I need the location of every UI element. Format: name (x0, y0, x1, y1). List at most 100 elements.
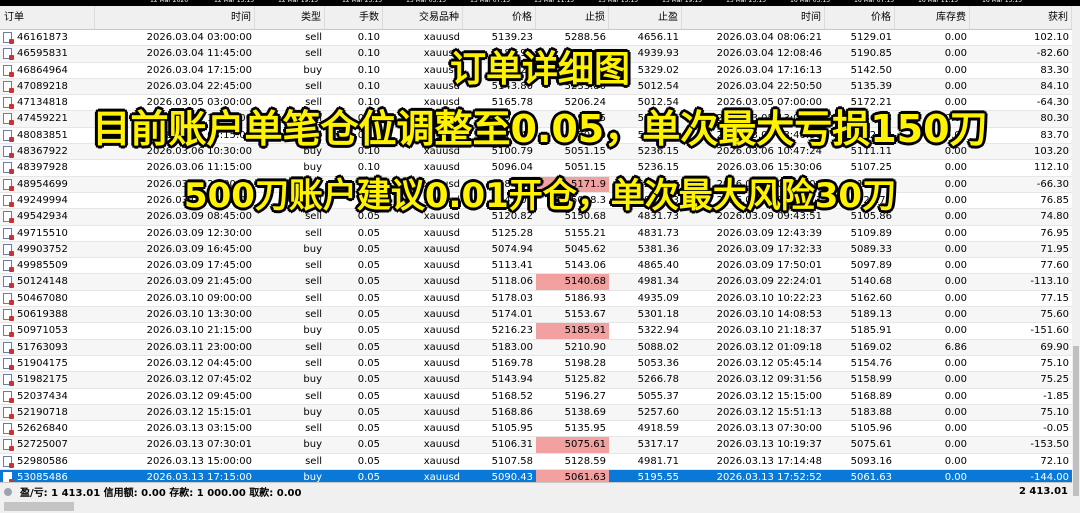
cell-time: 2026.03.12 09:45:00 (146, 390, 252, 402)
table-row[interactable]: 52037434 2026.03.12 09:45:00 sell 0.05 xauus… (0, 389, 1072, 405)
cell-tp: 5053.36 (637, 357, 679, 369)
cell-order: 50124148 (0, 274, 95, 289)
cell-order: 49985509 (0, 258, 95, 273)
table-row[interactable]: 51904175 2026.03.12 04:45:00 sell 0.05 xauus… (0, 356, 1072, 373)
table-row[interactable]: 51982175 2026.03.12 07:45:02 buy 0.05 xauusd… (0, 372, 1072, 389)
col-sl[interactable]: 止损 (536, 6, 609, 29)
table-row[interactable]: 52626840 2026.03.13 03:15:00 sell 0.05 xauus… (0, 421, 1072, 438)
order-number: 50971053 (17, 325, 68, 337)
order-number: 51982175 (17, 374, 68, 386)
cell-price: 5183.00 (491, 341, 533, 353)
table-row[interactable]: 52190718 2026.03.12 15:15:01 buy 0.05 xauusd… (0, 404, 1072, 422)
footer-summary: 盈/亏: 1 413.01 信用额: 0.00 存款: 1 000.00 取款:… (20, 488, 302, 499)
cell-time: 2026.03.10 13:30:00 (146, 309, 252, 321)
cell-profit: 71.95 (1040, 243, 1069, 255)
cell-time: 2026.03.13 03:15:00 (146, 423, 252, 435)
ruler-label: 13 Mar 19:15 (662, 0, 703, 4)
table-row[interactable]: 50467080 2026.03.10 09:00:00 sell 0.05 xauus… (0, 291, 1072, 308)
cell-type: buy (303, 243, 322, 255)
cell-symbol: xauusd (423, 406, 460, 418)
cell-lots: 0.05 (357, 292, 380, 304)
cell-tp: 4935.09 (637, 292, 679, 304)
cell-sl: 5210.90 (564, 341, 606, 353)
cell-lots: 0.05 (357, 243, 380, 255)
cell-order: 52190718 (0, 405, 95, 420)
cell-time: 2026.03.09 21:45:00 (146, 276, 252, 288)
cell-close-price: 5162.60 (850, 292, 892, 304)
cell-type: sell (305, 423, 322, 435)
cell-close-price: 5169.02 (850, 341, 892, 353)
cell-symbol: xauusd (423, 292, 460, 304)
col-close-price[interactable]: 价格 (825, 6, 895, 29)
table-row[interactable]: 49985509 2026.03.09 17:45:00 sell 0.05 xauus… (0, 258, 1072, 275)
col-tp[interactable]: 止盈 (609, 6, 682, 29)
cell-order: 50467080 (0, 291, 95, 306)
cell-tp: 5381.36 (637, 243, 679, 255)
cell-close-price: 5168.89 (850, 390, 892, 402)
cell-price: 5118.06 (491, 276, 533, 288)
col-symbol[interactable]: 交易品种 (383, 6, 463, 29)
horizontal-scrollbar[interactable] (0, 500, 1072, 513)
table-row[interactable]: 51763093 2026.03.11 23:00:00 sell 0.05 xauus… (0, 339, 1072, 356)
cell-tp: 5088.02 (637, 341, 679, 353)
order-number: 50467080 (17, 292, 68, 304)
col-swap[interactable]: 库存费 (895, 6, 970, 29)
cell-order: 52980586 (0, 454, 95, 469)
cell-order: 52037434 (0, 389, 95, 404)
order-number: 50124148 (17, 276, 68, 288)
cell-time: 2026.03.11 23:00:00 (146, 341, 252, 353)
ruler-label: 13 Mar 03:15 (406, 0, 447, 4)
order-number: 52980586 (17, 455, 68, 467)
scroll-thumb[interactable] (1073, 346, 1079, 496)
cell-time: 2026.03.13 15:00:00 (146, 455, 252, 467)
table-row[interactable]: 52980586 2026.03.13 15:00:00 sell 0.05 xauus… (0, 454, 1072, 471)
col-lots[interactable]: 手数 (325, 6, 383, 29)
ruler-label: 12 Mar 23:15 (342, 0, 383, 4)
order-doc-icon (3, 309, 14, 322)
cell-close-time: 2026.03.13 10:19:37 (716, 439, 822, 451)
cell-order: 52725007 (0, 437, 95, 452)
table-row[interactable]: 50619388 2026.03.10 13:30:00 sell 0.05 xauus… (0, 307, 1072, 324)
col-price[interactable]: 价格 (463, 6, 536, 29)
table-row[interactable]: 50971053 2026.03.10 21:15:00 buy 0.05 xauusd… (0, 323, 1072, 340)
col-type[interactable]: 类型 (255, 6, 325, 29)
cell-price: 5168.52 (491, 390, 533, 402)
cell-close-time: 2026.03.13 07:30:00 (716, 423, 822, 435)
cell-close-price: 5109.89 (850, 227, 892, 239)
col-close-time[interactable]: 时间 (682, 6, 825, 29)
cell-swap: 0.00 (944, 243, 967, 255)
cell-type: sell (305, 309, 322, 321)
col-profit[interactable]: 获利 (970, 6, 1072, 29)
cell-close-time: 2026.03.12 15:51:13 (716, 406, 822, 418)
order-doc-icon (3, 227, 14, 240)
col-order[interactable]: 订单 (0, 6, 95, 29)
cell-price: 5074.94 (491, 243, 533, 255)
cell-profit: 77.15 (1040, 292, 1069, 304)
ruler-label: 12 Mar 19:15 (278, 0, 319, 4)
table-row[interactable]: 49903752 2026.03.09 16:45:00 buy 0.05 xauusd… (0, 241, 1072, 259)
cell-close-time: 2026.03.09 17:50:01 (716, 260, 822, 272)
cell-tp: 5257.60 (637, 406, 679, 418)
cell-profit: 75.10 (1040, 357, 1069, 369)
cell-close-time: 2026.03.09 12:43:39 (716, 227, 822, 239)
scroll-thumb[interactable] (4, 502, 74, 511)
overlay-title: 订单详细图 (449, 49, 630, 90)
cell-swap: 0.00 (944, 455, 967, 467)
cell-type: sell (305, 455, 322, 467)
cell-time: 2026.03.09 17:45:00 (146, 260, 252, 272)
ruler-label: 16 Mar 15:15 (982, 0, 1023, 4)
table-row[interactable]: 49715510 2026.03.09 12:30:00 sell 0.05 xauus… (0, 226, 1072, 242)
cell-symbol: xauusd (423, 357, 460, 369)
col-time[interactable]: 时间 (95, 6, 255, 29)
cell-type: sell (305, 341, 322, 353)
cell-close-time: 2026.03.10 21:18:37 (716, 325, 822, 337)
cell-price: 5105.95 (491, 423, 533, 435)
order-number: 52190718 (17, 406, 68, 418)
cell-profit: -0.05 (1043, 423, 1069, 435)
cell-sl: 5153.67 (564, 309, 606, 321)
cell-time: 2026.03.09 16:45:00 (146, 243, 252, 255)
table-row[interactable]: 52725007 2026.03.13 07:30:01 buy 0.05 xauusd… (0, 437, 1072, 454)
table-row[interactable]: 50124148 2026.03.09 21:45:00 sell 0.05 xauus… (0, 274, 1072, 291)
cell-lots: 0.05 (357, 309, 380, 321)
cell-order: 51904175 (0, 356, 95, 371)
